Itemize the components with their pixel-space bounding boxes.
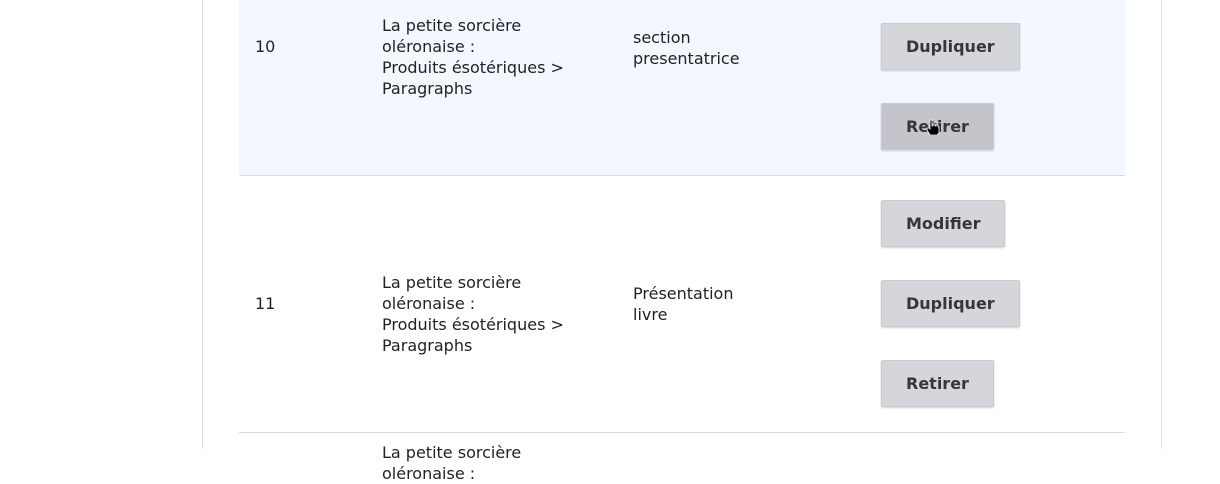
remove-button[interactable]: Retirer [881, 360, 994, 407]
row-id: 10 [255, 37, 276, 56]
table-row: 10 La petite sorcière oléronaise : Produ… [239, 0, 1125, 176]
row-id: 11 [255, 294, 276, 313]
row-section: Présentation livre [633, 284, 734, 324]
duplicate-button[interactable]: Dupliquer [881, 280, 1020, 327]
row-page: La petite sorcière oléronaise : Produits… [382, 273, 564, 355]
table-row: 11 La petite sorcière oléronaise : Produ… [239, 176, 1125, 433]
row-page: La petite sorcière oléronaise : [382, 443, 522, 483]
row-page: La petite sorcière oléronaise : Produits… [382, 16, 564, 98]
hand-pointer-icon [926, 119, 940, 135]
row-section: section presentatrice [633, 28, 740, 68]
duplicate-button[interactable]: Dupliquer [881, 23, 1020, 70]
table-row: La petite sorcière oléronaise : [239, 433, 1125, 483]
edit-button[interactable]: Modifier [881, 200, 1006, 247]
